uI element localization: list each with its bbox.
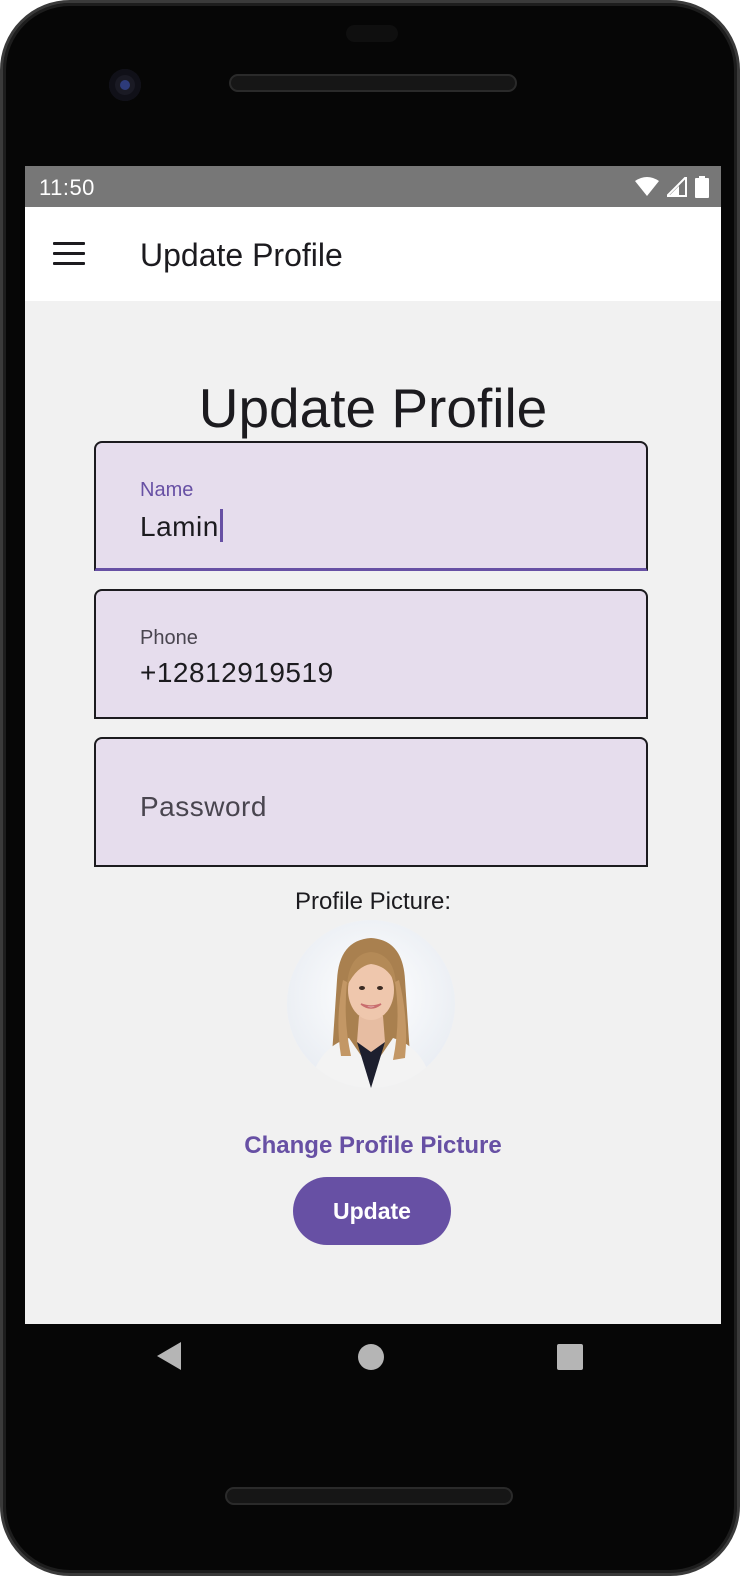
status-bar: 11:50 <box>25 166 721 207</box>
name-field-value: Lamin <box>140 509 223 543</box>
wifi-icon <box>635 177 659 196</box>
status-icons <box>635 176 709 198</box>
hamburger-menu-icon[interactable] <box>53 242 85 266</box>
earpiece-speaker <box>229 74 517 92</box>
back-icon[interactable] <box>157 1342 181 1370</box>
text-cursor <box>219 509 223 542</box>
name-field-label: Name <box>140 479 194 501</box>
password-field[interactable]: Password <box>94 737 648 867</box>
profile-picture-avatar <box>287 920 455 1088</box>
proximity-sensor <box>346 25 398 42</box>
phone-field-label: Phone <box>140 627 198 649</box>
change-profile-picture-link[interactable]: Change Profile Picture <box>25 1132 721 1160</box>
name-value-text: Lamin <box>140 511 219 542</box>
home-icon[interactable] <box>358 1344 384 1370</box>
phone-field[interactable]: Phone +12812919519 <box>94 589 648 719</box>
profile-picture-label: Profile Picture: <box>294 888 452 915</box>
name-field[interactable]: Name Lamin <box>94 441 648 571</box>
avatar-image <box>287 920 455 1088</box>
cellular-signal-icon <box>667 177 687 197</box>
top-app-bar: Update Profile <box>25 207 721 301</box>
status-time: 11:50 <box>39 175 95 200</box>
bottom-speaker <box>225 1487 513 1505</box>
page-heading: Update Profile <box>198 377 548 439</box>
app-bar-title: Update Profile <box>140 237 343 273</box>
front-camera-icon <box>109 69 141 101</box>
phone-field-value: +12812919519 <box>140 657 334 688</box>
recents-icon[interactable] <box>557 1344 583 1370</box>
phone-frame: 11:50 Update Profile Update Profile Name… <box>0 0 740 1576</box>
battery-icon <box>695 176 709 198</box>
update-button[interactable]: Update <box>293 1177 451 1245</box>
password-field-placeholder: Password <box>140 791 267 822</box>
screen: 11:50 Update Profile Update Profile Name… <box>25 166 721 1324</box>
